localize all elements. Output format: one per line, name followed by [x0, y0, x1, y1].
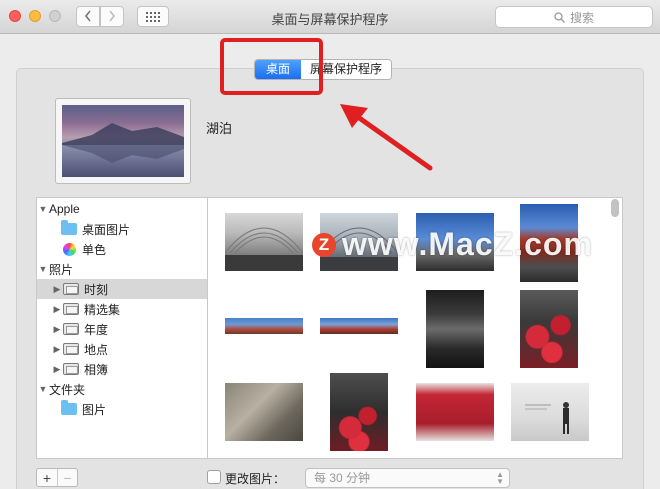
- source-item-moments[interactable]: ▶ 时刻: [37, 279, 207, 299]
- wallpaper-preview-image: [62, 105, 184, 177]
- close-button[interactable]: [9, 10, 21, 22]
- watermark: Z www.MacZ.com: [312, 226, 593, 263]
- album-icon: [63, 303, 79, 316]
- back-button[interactable]: [76, 6, 100, 27]
- source-item-pictures[interactable]: 图片: [37, 399, 207, 419]
- source-label: 单色: [82, 242, 107, 257]
- image-thumbnail[interactable]: [224, 213, 304, 271]
- album-icon: [63, 363, 79, 376]
- source-item-solid-colors[interactable]: 单色: [37, 239, 207, 259]
- album-icon: [63, 283, 79, 296]
- album-icon: [63, 343, 79, 356]
- change-picture-checkbox[interactable]: [207, 470, 221, 484]
- forward-button[interactable]: [100, 6, 124, 27]
- source-label: Apple: [49, 202, 80, 216]
- add-folder-button[interactable]: +: [37, 469, 57, 486]
- chevron-left-icon: [84, 9, 92, 25]
- source-label: 相簿: [84, 362, 109, 377]
- remove-folder-button[interactable]: −: [57, 469, 77, 486]
- watermark-text: www.MacZ.com: [342, 226, 593, 262]
- disclosure-expanded-icon[interactable]: ▼: [37, 204, 49, 214]
- annotation-arrow-icon: [340, 104, 433, 171]
- source-item-desktop-pictures[interactable]: 桌面图片: [37, 219, 207, 239]
- image-thumbnail[interactable]: [520, 290, 578, 368]
- window-title: 桌面与屏幕保护程序: [271, 12, 389, 27]
- title-bar: 桌面与屏幕保护程序 搜索: [0, 0, 660, 34]
- folder-icon: [61, 220, 77, 236]
- source-label: 年度: [84, 322, 109, 337]
- interval-value: 每 30 分钟: [314, 471, 371, 485]
- search-field[interactable]: 搜索: [495, 6, 653, 28]
- change-picture-label: 更改图片：: [225, 472, 286, 486]
- color-wheel-icon: [61, 242, 77, 256]
- watermark-logo: Z: [312, 232, 336, 257]
- disclosure-collapsed-icon[interactable]: ▶: [51, 284, 63, 295]
- source-label: 文件夹: [49, 382, 86, 397]
- source-group-photos[interactable]: ▼ 照片: [37, 259, 207, 279]
- source-item-albums[interactable]: ▶ 相簿: [37, 359, 207, 379]
- source-item-places[interactable]: ▶ 地点: [37, 339, 207, 359]
- image-thumbnail[interactable]: [511, 383, 589, 441]
- source-group-apple[interactable]: ▼ Apple: [37, 199, 207, 219]
- image-thumbnail[interactable]: [225, 383, 303, 441]
- image-thumbnail[interactable]: [330, 373, 388, 451]
- search-placeholder: 搜索: [569, 10, 594, 25]
- disclosure-expanded-icon[interactable]: ▼: [37, 264, 49, 274]
- chevron-updown-icon: ▲ ▼: [496, 470, 504, 486]
- source-group-folders[interactable]: ▼ 文件夹: [37, 379, 207, 399]
- interval-popup[interactable]: 每 30 分钟 ▲ ▼: [305, 468, 510, 488]
- show-all-grid-icon: [146, 11, 160, 22]
- image-thumbnail[interactable]: [320, 318, 398, 334]
- image-grid-scrollbar[interactable]: [611, 199, 619, 217]
- add-remove-control: + −: [36, 468, 78, 487]
- disclosure-collapsed-icon[interactable]: ▶: [51, 324, 63, 335]
- wallpaper-preview: [55, 98, 191, 184]
- disclosure-expanded-icon[interactable]: ▼: [37, 384, 49, 394]
- source-label: 地点: [84, 342, 109, 357]
- wallpaper-name: 湖泊: [206, 121, 233, 136]
- source-label: 桌面图片: [82, 222, 131, 237]
- disclosure-collapsed-icon[interactable]: ▶: [51, 304, 63, 315]
- search-icon: [554, 11, 565, 23]
- show-all-button[interactable]: [137, 6, 169, 27]
- source-label: 精选集: [84, 302, 121, 317]
- folder-icon: [61, 400, 77, 416]
- image-thumbnail[interactable]: [416, 383, 494, 441]
- image-thumbnail[interactable]: [225, 318, 303, 334]
- zoom-button[interactable]: [49, 10, 61, 22]
- annotation-highlight-box: [220, 38, 323, 95]
- image-thumbnail[interactable]: [426, 290, 484, 368]
- source-list: ▼ Apple 桌面图片 单色 ▼ 照片 ▶ 时刻 ▶ 精选集 ▶ 年度 ▶ 地…: [36, 197, 208, 459]
- source-item-collections[interactable]: ▶ 精选集: [37, 299, 207, 319]
- disclosure-collapsed-icon[interactable]: ▶: [51, 364, 63, 375]
- source-label: 照片: [49, 262, 74, 277]
- source-item-years[interactable]: ▶ 年度: [37, 319, 207, 339]
- source-label: 图片: [82, 402, 107, 417]
- album-icon: [63, 323, 79, 336]
- chevron-right-icon: [108, 9, 116, 25]
- minimize-button[interactable]: [29, 10, 41, 22]
- source-label: 时刻: [84, 282, 109, 297]
- disclosure-collapsed-icon[interactable]: ▶: [51, 344, 63, 355]
